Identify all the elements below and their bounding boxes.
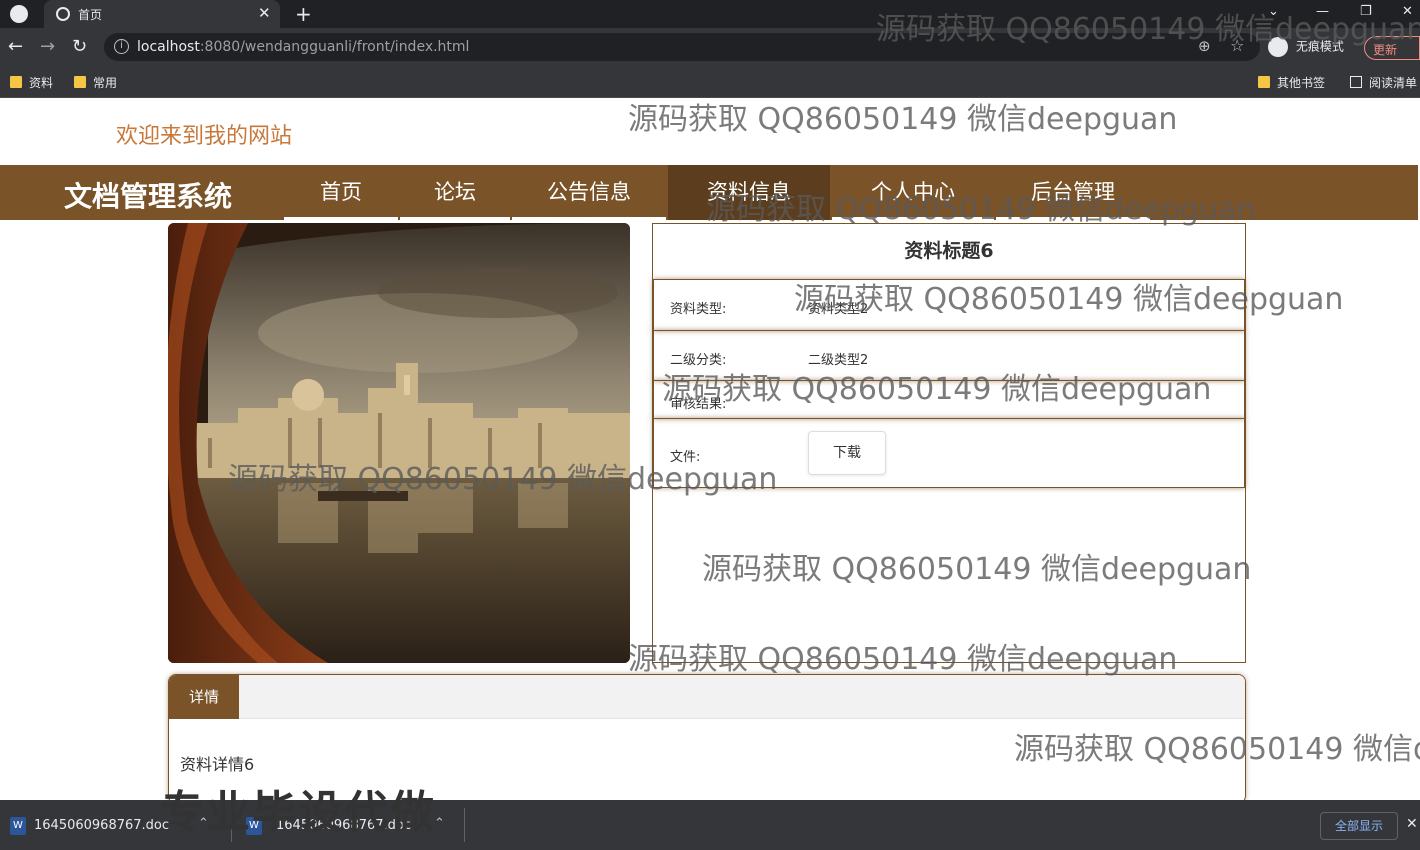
tab-title: 首页 xyxy=(78,8,103,22)
reading-list[interactable]: 阅读清单 xyxy=(1350,74,1417,91)
browser-toolbar: ← → ↻ i localhost:8080/wendangguanli/fro… xyxy=(0,28,1420,66)
nav-underline xyxy=(512,217,666,220)
download-filename: 1645060968767.doc xyxy=(34,818,170,833)
row-value: 资料类型2 xyxy=(808,302,869,317)
nav-underline xyxy=(832,217,994,220)
show-all-downloads-button[interactable]: 全部显示 xyxy=(1320,812,1398,840)
address-bar[interactable]: i localhost:8080/wendangguanli/front/ind… xyxy=(104,33,1260,61)
site-info-icon[interactable]: i xyxy=(114,39,129,54)
new-tab-plus-icon[interactable]: + xyxy=(295,2,312,26)
divider xyxy=(464,808,465,842)
nav-forum[interactable]: 论坛 xyxy=(400,165,510,220)
folder-icon xyxy=(1258,76,1270,88)
welcome-text: 欢迎来到我的网站 xyxy=(116,124,293,149)
word-doc-icon: W xyxy=(10,817,26,835)
nav-home[interactable]: 首页 xyxy=(284,165,398,220)
material-info-panel: 资料标题6 资料类型: 资料类型2 二级分类: 二级类型2 审核结果: 文件: … xyxy=(652,223,1246,663)
chevron-up-icon[interactable]: ⌃ xyxy=(198,816,209,831)
bookmark-folder[interactable]: 常用 xyxy=(74,74,117,91)
tab-close-icon[interactable]: ✕ xyxy=(258,4,271,22)
restore-icon[interactable]: ❐ xyxy=(1360,4,1372,19)
download-shelf: W 1645060968767.doc ⌃ W 1645060968767.do… xyxy=(0,800,1420,850)
divider xyxy=(231,808,232,842)
info-row-subcategory: 二级分类: 二级类型2 xyxy=(653,330,1245,381)
folder-icon xyxy=(10,76,22,88)
reading-list-icon xyxy=(1350,76,1362,88)
update-label: 更新 xyxy=(1373,43,1398,57)
download-item[interactable]: W 1645060968767.doc ⌃ xyxy=(0,800,230,850)
download-item[interactable]: W 1645060968767.doc ⌃ xyxy=(236,800,466,850)
minimize-icon[interactable]: — xyxy=(1316,4,1329,19)
incognito-label: 无痕模式 xyxy=(1295,39,1344,54)
bookmarks-bar: 资料 常用 其他书签 阅读清单 xyxy=(0,66,1420,98)
info-row-review-result: 审核结果: xyxy=(653,380,1245,419)
city-skyline-painting xyxy=(168,223,630,663)
other-bookmarks[interactable]: 其他书签 xyxy=(1258,74,1325,91)
nav-personal-center[interactable]: 个人中心 xyxy=(832,165,994,220)
row-label: 二级分类: xyxy=(670,353,727,368)
browser-tab-bar: 首页 ✕ + ⌄ — ❐ ✕ xyxy=(0,0,1420,28)
nav-underline xyxy=(284,217,398,220)
detail-tab-header: 详情 xyxy=(169,675,1245,719)
info-row-file: 文件: 下载 xyxy=(653,418,1245,488)
globe-icon xyxy=(56,7,70,21)
zoom-icon[interactable]: ⊕ xyxy=(1198,37,1211,55)
back-arrow-icon[interactable]: ← xyxy=(8,36,23,57)
nav-materials[interactable]: 资料信息 xyxy=(668,165,830,220)
bookmark-folder[interactable]: 资料 xyxy=(10,74,53,91)
word-doc-icon: W xyxy=(246,817,262,835)
browser-tab[interactable]: 首页 ✕ xyxy=(44,0,280,28)
material-title: 资料标题6 xyxy=(904,240,994,262)
tab-search-chevron-icon[interactable]: ⌄ xyxy=(1268,4,1279,19)
site-brand[interactable]: 文档管理系统 xyxy=(64,175,232,215)
tab-detail[interactable]: 详情 xyxy=(169,675,239,719)
info-row-type: 资料类型: 资料类型2 xyxy=(653,279,1245,331)
bookmark-star-icon[interactable]: ☆ xyxy=(1230,36,1244,55)
nav-admin[interactable]: 后台管理 xyxy=(996,165,1150,220)
url-text[interactable]: localhost:8080/wendangguanli/front/index… xyxy=(137,39,469,55)
download-button[interactable]: 下载 xyxy=(808,431,886,475)
main-navbar: 文档管理系统 首页 论坛 公告信息 资料信息 个人中心 后台管理 xyxy=(0,165,1418,220)
chevron-up-icon[interactable]: ⌃ xyxy=(434,816,445,831)
reload-icon[interactable]: ↻ xyxy=(72,36,87,57)
forward-arrow-icon[interactable]: → xyxy=(40,36,55,57)
incognito-icon xyxy=(1268,37,1288,57)
detail-section: 详情 资料详情6 xyxy=(168,674,1246,800)
close-shelf-icon[interactable]: ✕ xyxy=(1406,816,1418,832)
download-filename: 1645060968767.doc xyxy=(276,818,412,833)
row-label: 资料类型: xyxy=(670,302,727,317)
update-button[interactable]: 更新 xyxy=(1364,36,1420,60)
nav-underline xyxy=(996,217,1150,220)
incognito-indicator[interactable]: 无痕模式 xyxy=(1268,37,1344,59)
row-label: 文件: xyxy=(670,450,701,465)
nav-underline xyxy=(400,217,510,220)
detail-content: 资料详情6 xyxy=(180,755,255,774)
folder-icon xyxy=(74,76,86,88)
chrome-icon[interactable] xyxy=(10,5,28,23)
page-content: 欢迎来到我的网站 文档管理系统 首页 论坛 公告信息 资料信息 个人中心 后台管… xyxy=(0,98,1420,800)
window-close-icon[interactable]: ✕ xyxy=(1402,4,1413,19)
material-cover-image xyxy=(168,223,630,663)
row-value: 二级类型2 xyxy=(808,353,869,368)
nav-announcements[interactable]: 公告信息 xyxy=(512,165,666,220)
row-label: 审核结果: xyxy=(670,397,727,412)
